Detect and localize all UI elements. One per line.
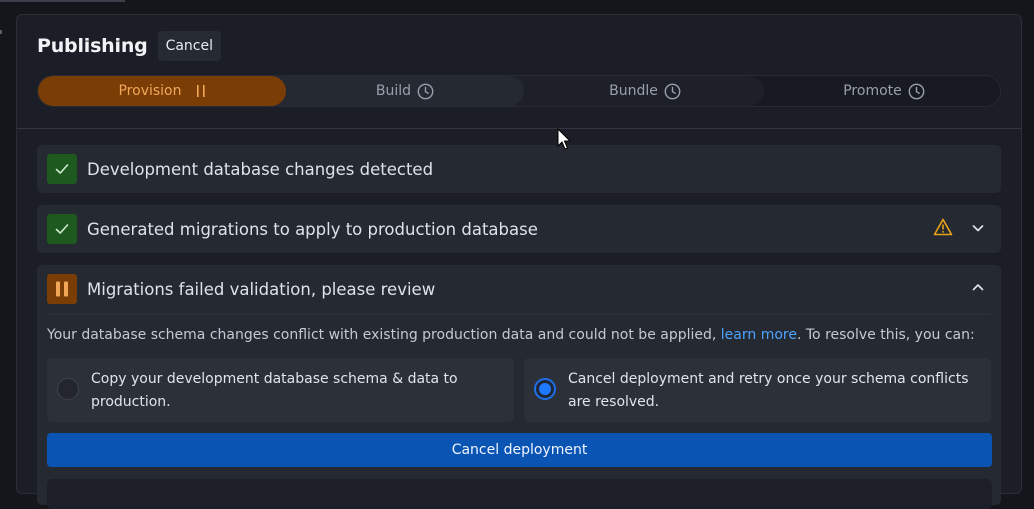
task-row-validation-failed: Migrations failed validation, please rev… [37,265,1001,509]
clock-icon [664,83,681,100]
cancel-deployment-button[interactable]: Cancel deployment [47,433,992,467]
pause-icon [47,274,77,304]
radio-button[interactable] [57,378,79,400]
page-title: Publishing [37,35,148,57]
step-build[interactable]: Build [258,76,524,106]
task-row-changes-detected: Development database changes detected [37,145,1001,193]
clock-icon [908,83,925,100]
cancel-button[interactable]: Cancel [157,31,221,61]
step-label: Promote [843,83,902,99]
option-cancel-retry[interactable]: Cancel deployment and retry once your sc… [524,358,991,422]
check-icon [47,214,77,244]
header-divider [17,128,1021,129]
task-label: Development database changes detected [87,159,434,179]
step-label: Bundle [609,83,658,99]
learn-more-link[interactable]: learn more [721,327,797,343]
mouse-cursor-icon [557,127,572,156]
panel-header: Publishing Cancel [37,31,221,61]
option-copy-schema[interactable]: Copy your development database schema & … [47,358,514,422]
step-provision[interactable]: Provision [38,76,286,106]
step-bundle[interactable]: Bundle [498,76,764,106]
conflict-message: Your database schema changes conflict wi… [47,327,975,343]
step-label: Build [375,83,412,99]
left-edge-mark [0,30,2,34]
task-label: Generated migrations to apply to product… [87,219,538,239]
top-border-line [0,0,125,2]
message-text: Your database schema changes conflict wi… [47,327,721,343]
pause-icon [196,84,206,98]
radio-button-selected[interactable] [534,378,556,400]
task-row-generated-migrations[interactable]: Generated migrations to apply to product… [37,205,1001,253]
option-label: Copy your development database schema & … [91,371,458,410]
publishing-panel: Publishing Cancel Provision Build Bundle… [16,14,1022,509]
warning-icon [933,218,953,240]
chevron-up-icon[interactable] [971,279,985,298]
chevron-down-icon[interactable] [971,220,985,239]
section-divider [47,314,991,315]
message-text-end: . To resolve this, you can: [796,327,975,343]
publish-stepper: Provision Build Bundle Promote [37,75,1001,107]
task-row-actions [933,205,985,253]
step-label: Provision [118,83,182,99]
task-label: Migrations failed validation, please rev… [87,279,436,299]
clock-icon [417,83,434,100]
option-label: Cancel deployment and retry once your sc… [568,371,969,410]
task-header[interactable]: Migrations failed validation, please rev… [37,265,1001,313]
step-promote[interactable]: Promote [738,76,1000,106]
next-task-row [47,479,992,509]
check-icon [47,154,77,184]
